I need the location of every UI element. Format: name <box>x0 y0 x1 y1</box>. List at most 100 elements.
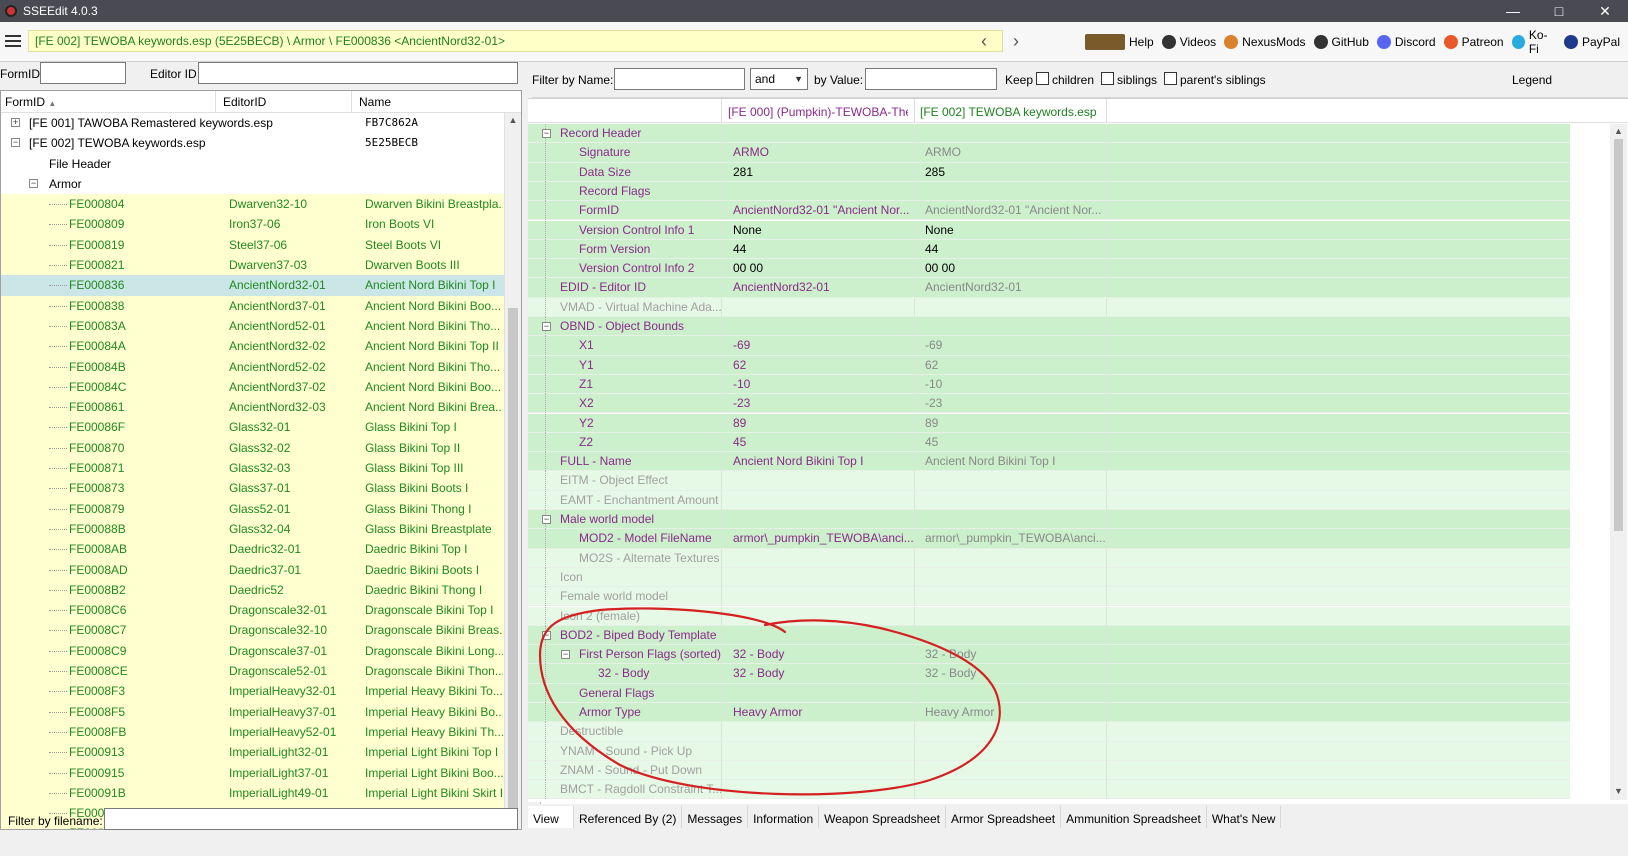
armor-record-row[interactable]: FE0008FB ImperialHeavy52-01 Imperial Heavy… <box>1 721 521 743</box>
value-plugin-1[interactable]: -69 <box>733 336 913 355</box>
armor-record-row[interactable]: FE0008B2 Daedric52 Daedric Bikini Thong I <box>1 579 521 601</box>
armor-record-row[interactable]: FE000913 ImperialLight32-01 Imperial Light… <box>1 742 521 763</box>
value-plugin-1[interactable]: armor\_pumpkin_TEWOBA\anci... <box>733 529 913 548</box>
value-plugin-2[interactable]: 89 <box>925 414 1105 433</box>
value-plugin-1[interactable]: 32 - Body <box>733 645 913 664</box>
field-row[interactable]: EDID - Editor ID AncientNord32-01 AncientN… <box>528 278 1570 298</box>
value-plugin-2[interactable]: AncientNord32-01 <box>925 278 1105 297</box>
filter-value-input[interactable] <box>865 68 997 90</box>
column-formid[interactable]: FormID ▲ <box>5 95 56 109</box>
value-plugin-1[interactable]: 00 00 <box>733 259 913 278</box>
armor-record-row[interactable]: FE00086F Glass32-01 Glass Bikini Top I <box>1 417 521 438</box>
armor-record-row[interactable]: FE000836 AncientNord32-01 Ancient Nord Bik… <box>1 275 521 296</box>
field-row[interactable]: General Flags <box>528 683 1570 703</box>
children-checkbox[interactable] <box>1036 72 1049 85</box>
armor-record-row[interactable]: FE000821 Dwarven37-03 Dwarven Boots III <box>1 255 521 276</box>
armor-record-row[interactable]: FE0008AB Daedric32-01 Daedric Bikini Top I <box>1 539 521 560</box>
value-plugin-2[interactable]: 285 <box>925 163 1105 182</box>
value-plugin-2[interactable]: 44 <box>925 240 1105 259</box>
back-arrow-icon[interactable]: ‹ <box>974 31 994 51</box>
field-row[interactable]: Signature ARMO ARMO <box>528 143 1570 163</box>
file-node[interactable]: + [FE 001] TAWOBA Remastered keywords.esp… <box>1 113 521 133</box>
value-plugin-1[interactable]: -23 <box>733 394 913 413</box>
value-plugin-2[interactable]: 45 <box>925 433 1105 452</box>
close-button[interactable]: ✕ <box>1582 0 1628 22</box>
expand-icon[interactable]: + <box>11 118 20 127</box>
field-row[interactable]: MOD2 - Model FileName armor\_pumpkin_TEWO… <box>528 529 1570 549</box>
field-row[interactable]: − First Person Flags (sorted) 32 - Body 32 … <box>528 645 1570 665</box>
value-plugin-2[interactable]: armor\_pumpkin_TEWOBA\anci... <box>925 529 1105 548</box>
forward-arrow-icon[interactable]: › <box>1006 31 1026 51</box>
armor-record-row[interactable]: FE00084B AncientNord52-02 Ancient Nord Bik… <box>1 356 521 377</box>
value-plugin-1[interactable]: Ancient Nord Bikini Top I <box>733 452 913 471</box>
scroll-thumb[interactable] <box>1614 139 1623 531</box>
field-row[interactable]: EITM - Object Effect <box>528 471 1570 491</box>
value-plugin-1[interactable]: 32 - Body <box>733 664 913 683</box>
siblings-checkbox[interactable] <box>1101 72 1114 85</box>
tab-information[interactable]: Information <box>748 806 820 828</box>
field-row[interactable]: EAMT - Enchantment Amount <box>528 490 1570 510</box>
tab-referenced-by-2[interactable]: Referenced By (2) <box>574 806 683 828</box>
column-plugin-1[interactable]: [FE 000] (Pumpkin)-TEWOBA-The... <box>728 105 908 119</box>
armor-record-row[interactable]: FE00084C AncientNord37-02 Ancient Nord Bik… <box>1 376 521 398</box>
menu-icon[interactable] <box>5 35 21 47</box>
collapse-icon[interactable]: − <box>542 322 551 331</box>
armor-record-row[interactable]: FE000873 Glass37-01 Glass Bikini Boots I <box>1 478 521 499</box>
formid-filter-input[interactable] <box>40 62 126 84</box>
editorid-filter-input[interactable] <box>198 62 518 84</box>
value-plugin-2[interactable]: 32 - Body <box>925 664 1105 683</box>
help-link[interactable]: Help <box>1085 34 1154 50</box>
field-row[interactable]: Armor Type Heavy Armor Heavy Armor <box>528 703 1570 723</box>
patreon-link[interactable]: Patreon <box>1443 35 1504 49</box>
value-plugin-2[interactable]: -10 <box>925 375 1105 394</box>
file-node[interactable]: − [FE 002] TEWOBA keywords.esp 5E25BECB <box>1 133 521 153</box>
field-row[interactable]: Version Control Info 1 None None <box>528 220 1570 240</box>
filter-operator-select[interactable]: and ▼ <box>750 68 808 90</box>
armor-record-row[interactable]: FE000915 ImperialLight37-01 Imperial Light… <box>1 762 521 783</box>
armor-record-row[interactable]: FE0008F3 ImperialHeavy32-01 Imperial Heavy… <box>1 681 521 702</box>
armor-record-row[interactable]: FE000838 AncientNord37-01 Ancient Nord Bik… <box>1 295 521 316</box>
field-row[interactable]: VMAD - Virtual Machine Ada... <box>528 297 1570 317</box>
tab-weapon-spreadsheet[interactable]: Weapon Spreadsheet <box>819 806 946 828</box>
armor-record-row[interactable]: FE000870 Glass32-02 Glass Bikini Top II <box>1 437 521 459</box>
file-header-node[interactable]: File Header <box>1 154 521 174</box>
value-plugin-2[interactable]: ARMO <box>925 143 1105 162</box>
tab-ammunition-spreadsheet[interactable]: Ammunition Spreadsheet <box>1061 806 1207 828</box>
minimize-button[interactable]: — <box>1490 0 1536 22</box>
field-row[interactable]: 32 - Body 32 - Body 32 - Body <box>528 664 1570 684</box>
field-row[interactable]: Z1 -10 -10 <box>528 374 1570 395</box>
paypal-link[interactable]: PayPal <box>1563 35 1620 49</box>
value-plugin-2[interactable]: 32 - Body <box>925 645 1105 664</box>
collapse-icon[interactable]: − <box>561 650 570 660</box>
field-row[interactable]: − BOD2 - Biped Body Template <box>528 625 1570 646</box>
legend-button[interactable]: Legend <box>1512 73 1552 87</box>
tab-what-s-new[interactable]: What's New <box>1207 806 1282 828</box>
field-row[interactable]: Y2 89 89 <box>528 413 1570 433</box>
maximize-button[interactable]: □ <box>1536 0 1582 22</box>
armor-record-row[interactable]: FE0008C6 Dragonscale32-01 Dragonscale Biki… <box>1 600 521 621</box>
expand-icon[interactable]: − <box>11 138 20 148</box>
field-row[interactable]: X1 -69 -69 <box>528 336 1570 356</box>
value-plugin-1[interactable]: 44 <box>733 240 913 259</box>
scroll-down-icon[interactable]: ▼ <box>1610 786 1627 796</box>
value-plugin-2[interactable]: 62 <box>925 356 1105 375</box>
armor-record-row[interactable]: FE000879 Glass52-01 Glass Bikini Thong I <box>1 498 521 519</box>
field-row[interactable]: ZNAM - Sound - Put Down <box>528 760 1570 781</box>
armor-record-row[interactable]: FE00084A AncientNord32-02 Ancient Nord Bik… <box>1 336 521 357</box>
tab-messages[interactable]: Messages <box>682 806 749 828</box>
column-editorid[interactable]: EditorID <box>223 95 266 109</box>
field-row[interactable]: Form Version 44 44 <box>528 239 1570 260</box>
value-plugin-1[interactable]: ARMO <box>733 143 913 162</box>
field-row[interactable]: MO2S - Alternate Textures <box>528 548 1570 568</box>
armor-record-row[interactable]: FE000809 Iron37-06 Iron Boots VI <box>1 214 521 235</box>
field-row[interactable]: FULL - Name Ancient Nord Bikini Top I Anci… <box>528 452 1570 472</box>
field-row[interactable]: Icon 2 (female) <box>528 606 1570 626</box>
value-plugin-2[interactable]: -23 <box>925 394 1105 413</box>
armor-record-row[interactable]: FE000871 Glass32-03 Glass Bikini Top III <box>1 458 521 479</box>
nexusmods-link[interactable]: NexusMods <box>1224 35 1306 49</box>
armor-record-row[interactable]: FE00083A AncientNord52-01 Ancient Nord Bik… <box>1 315 521 337</box>
grid-scrollbar[interactable]: ▲ ▼ <box>1610 124 1627 800</box>
armor-record-row[interactable]: FE0008CE Dragonscale52-01 Dragonscale Biki… <box>1 661 521 682</box>
record-tree[interactable]: FormID ▲ EditorID Name + [FE 001] TAWOBA … <box>0 90 522 830</box>
collapse-icon[interactable]: − <box>542 515 551 524</box>
